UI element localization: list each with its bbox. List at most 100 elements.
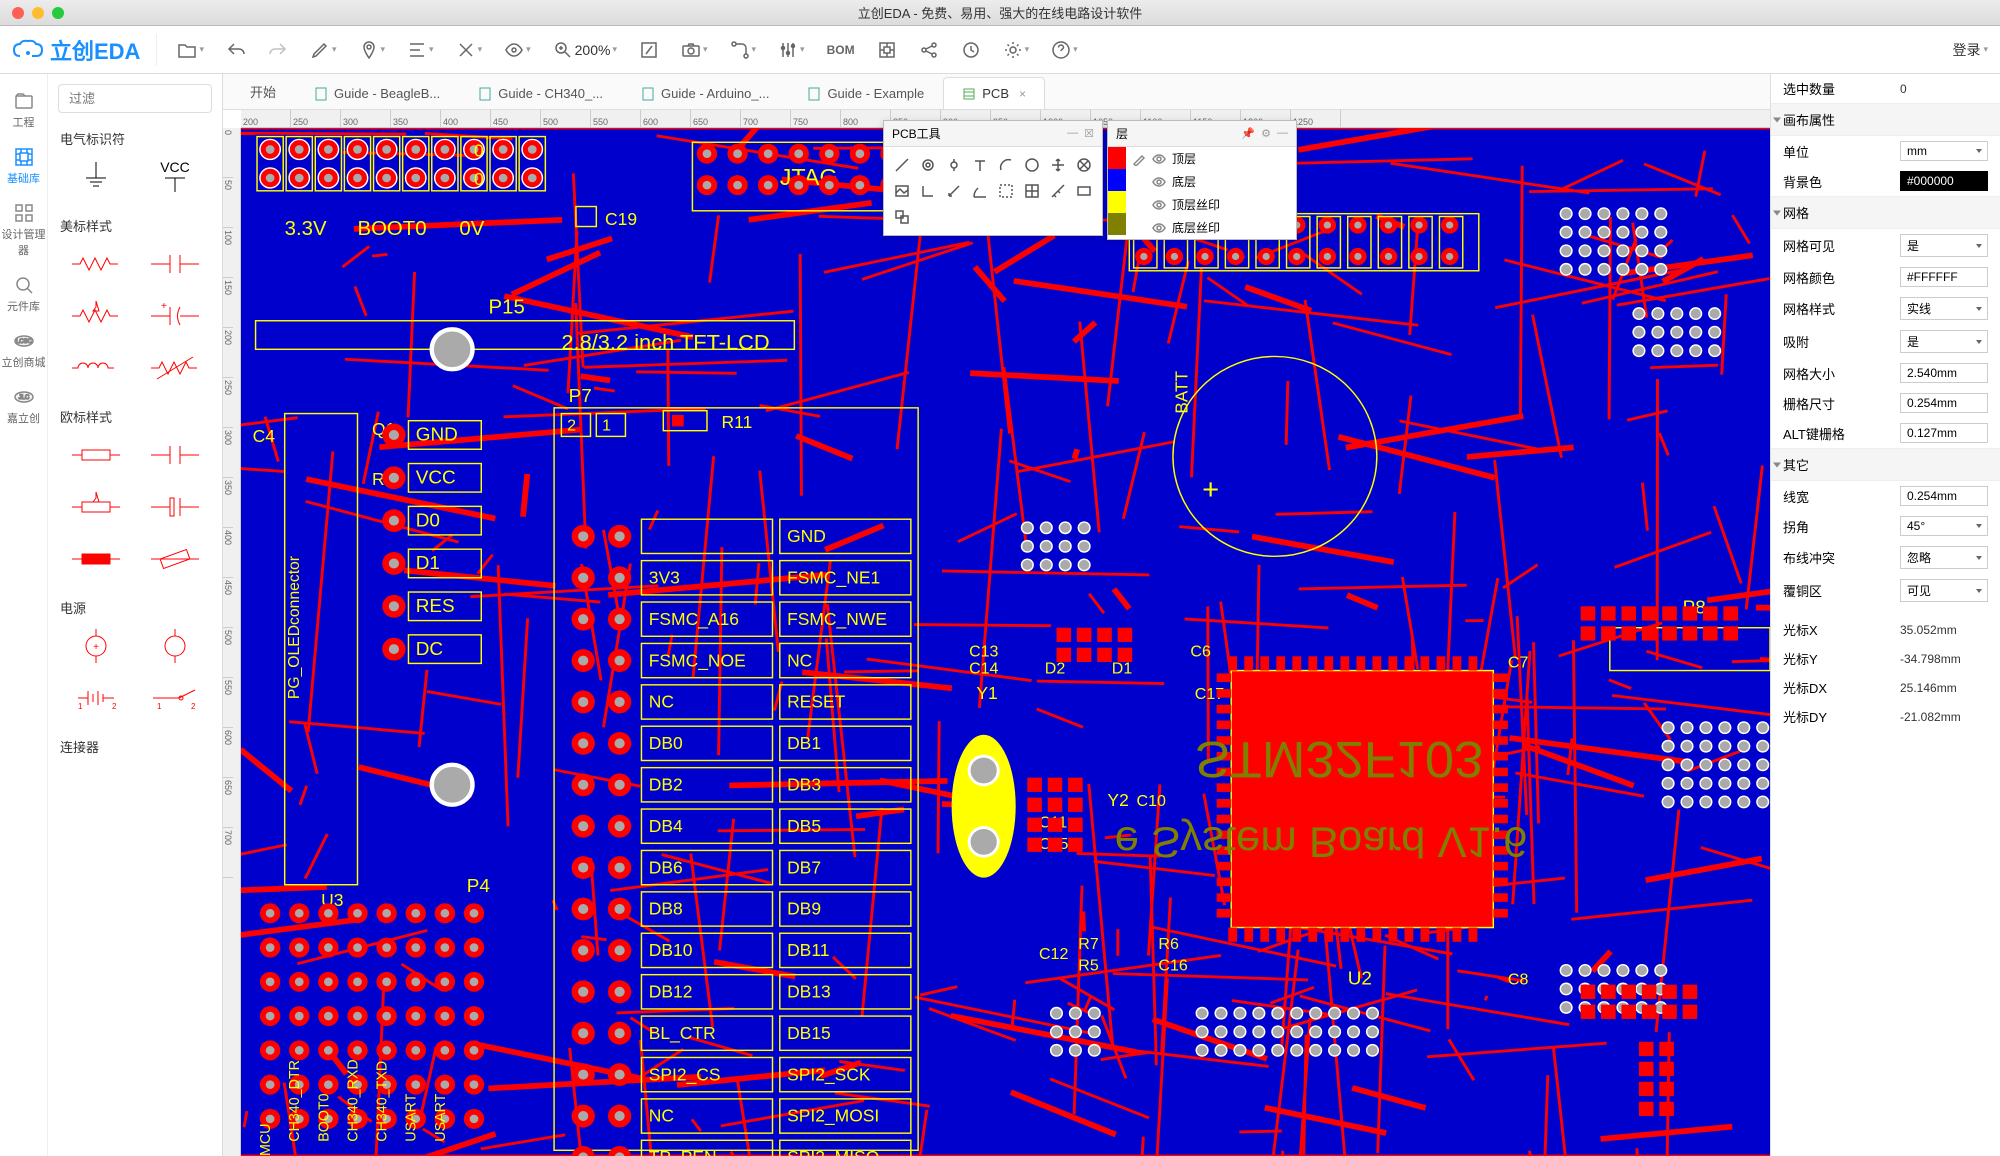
conflict-select[interactable]: 忽略 [1900,546,1988,569]
rail-jlc[interactable]: JLC嘉立创 [0,378,48,434]
gear-icon[interactable]: ⚙ [1261,127,1271,140]
panel-close-icon[interactable]: ☒ [1084,127,1094,140]
tab-beaglebone[interactable]: Guide - BeagleB... [295,77,459,109]
tool-pad[interactable] [916,153,940,177]
tool-dimension[interactable] [942,179,966,203]
file-menu-button[interactable]: ▾ [171,36,210,64]
section-grid[interactable]: 网格 [1771,196,2000,229]
symbol-capacitor-us[interactable] [139,243,210,285]
tool-outline[interactable] [916,179,940,203]
panel-minimize-icon[interactable]: — [1277,127,1288,140]
redo-button[interactable] [262,36,294,64]
login-button[interactable]: 登录▾ [1952,40,1988,60]
snap-select[interactable]: 是 [1900,330,1988,353]
layer-row-top[interactable]: 顶层 [1126,147,1296,170]
view-tool-button[interactable]: ▾ [498,36,537,64]
alt-grid-input[interactable]: 0.127mm [1900,423,1988,443]
settings-button[interactable]: ▾ [997,36,1036,64]
grid-color-input[interactable]: #FFFFFF [1900,267,1988,287]
symbol-polcap-eu[interactable] [139,486,210,528]
symbol-ac-source[interactable]: + [60,625,131,667]
tools-button[interactable]: ▾ [772,36,811,64]
symbol-resistor-fill-eu[interactable] [60,538,131,580]
symbol-varistor-us[interactable] [139,347,210,389]
grid-visible-select[interactable]: 是 [1900,234,1988,257]
grid-style-select[interactable]: 实线 [1900,297,1988,320]
snap-size-input[interactable]: 0.254mm [1900,393,1988,413]
eye-icon[interactable] [1152,152,1166,166]
tab-example[interactable]: Guide - Example [788,77,943,109]
angle-select[interactable]: 45° [1900,516,1988,536]
tool-protractor[interactable] [968,179,992,203]
panel-minimize-icon[interactable]: — [1067,127,1078,140]
tool-image[interactable] [890,179,914,203]
layer-swatch-topsilk[interactable] [1108,191,1126,213]
layers-panel[interactable]: 层📌⚙— 顶层 [1107,120,1297,240]
eye-icon[interactable] [1152,221,1166,235]
align-tool-button[interactable]: ▾ [401,36,440,64]
layer-swatch-bottom[interactable] [1108,169,1126,191]
tool-hole[interactable] [1072,153,1096,177]
tool-rect[interactable] [1072,179,1096,203]
rotate-tool-button[interactable]: ▾ [450,36,489,64]
symbol-capacitor-eu[interactable] [139,434,210,476]
history-button[interactable] [955,36,987,64]
share-button[interactable] [913,36,945,64]
tool-track[interactable] [890,153,914,177]
section-canvas[interactable]: 画布属性 [1771,103,2000,136]
rail-baselib[interactable]: 基础库 [0,138,48,194]
layer-swatch-top[interactable] [1108,147,1126,169]
zoom-tool-button[interactable]: 200%▾ [547,36,623,64]
pcb-view[interactable]: 00 3.3V BOOT0 0V C19 JTAG 19 [241,128,1770,1156]
layer-row-bottom[interactable]: 底层 [1126,170,1296,193]
eye-icon[interactable] [1152,175,1166,189]
rail-project[interactable]: 工程 [0,82,48,138]
tool-solidregion[interactable] [1020,179,1044,203]
export-button[interactable] [871,36,903,64]
symbol-probe[interactable]: 12 [139,677,210,719]
section-other[interactable]: 其它 [1771,448,2000,481]
route-tool-button[interactable]: ▾ [724,36,763,64]
rail-lcsc[interactable]: LCSC立创商城 [0,322,48,378]
layer-row-topsilk[interactable]: 顶层丝印 [1126,193,1296,216]
tab-pcb[interactable]: PCB× [943,77,1045,109]
symbol-resistor-eu[interactable] [60,434,131,476]
place-tool-button[interactable]: ▾ [353,36,392,64]
tool-circle[interactable] [1020,153,1044,177]
undo-button[interactable] [220,36,252,64]
tool-text[interactable] [968,153,992,177]
pcb-tools-panel[interactable]: PCB工具—☒ [883,120,1103,236]
fit-button[interactable] [633,36,665,64]
tool-copperarea[interactable] [994,179,1018,203]
tab-start[interactable]: 开始 [231,73,295,109]
filter-input[interactable] [58,84,212,113]
tool-arc[interactable] [994,153,1018,177]
copper-select[interactable]: 可见 [1900,579,1988,602]
tool-move[interactable] [1046,153,1070,177]
linewidth-input[interactable]: 0.254mm [1900,486,1988,506]
layer-swatch-botsilk[interactable] [1108,213,1126,235]
symbol-gnd[interactable] [60,156,131,198]
grid-size-input[interactable]: 2.540mm [1900,363,1988,383]
pin-icon[interactable]: 📌 [1241,127,1255,140]
symbol-pot-eu[interactable] [60,486,131,528]
symbol-inductor-us[interactable] [60,347,131,389]
symbol-dc-source[interactable] [139,625,210,667]
rail-designmgr[interactable]: 设计管理器 [0,194,48,266]
symbol-fuse-eu[interactable] [139,538,210,580]
rail-componentlib[interactable]: 元件库 [0,266,48,322]
tool-group[interactable] [890,205,914,229]
symbol-pot-us[interactable] [60,295,131,337]
eye-icon[interactable] [1152,198,1166,212]
pencil-tool-button[interactable]: ▾ [304,36,343,64]
tab-close-icon[interactable]: × [1019,87,1026,101]
bom-button[interactable]: BOM [821,39,861,61]
tab-arduino[interactable]: Guide - Arduino_... [622,77,788,109]
canvas[interactable]: 2002503003504004505005506006507007508008… [223,110,1770,1156]
symbol-resistor-us[interactable] [60,243,131,285]
tab-ch340[interactable]: Guide - CH340_... [459,77,622,109]
layer-row-botsilk[interactable]: 底层丝印 [1126,216,1296,239]
symbol-battery[interactable]: 12 [60,677,131,719]
symbol-vcc[interactable]: VCC [139,156,210,198]
bgcolor-input[interactable]: #000000 [1900,171,1988,191]
